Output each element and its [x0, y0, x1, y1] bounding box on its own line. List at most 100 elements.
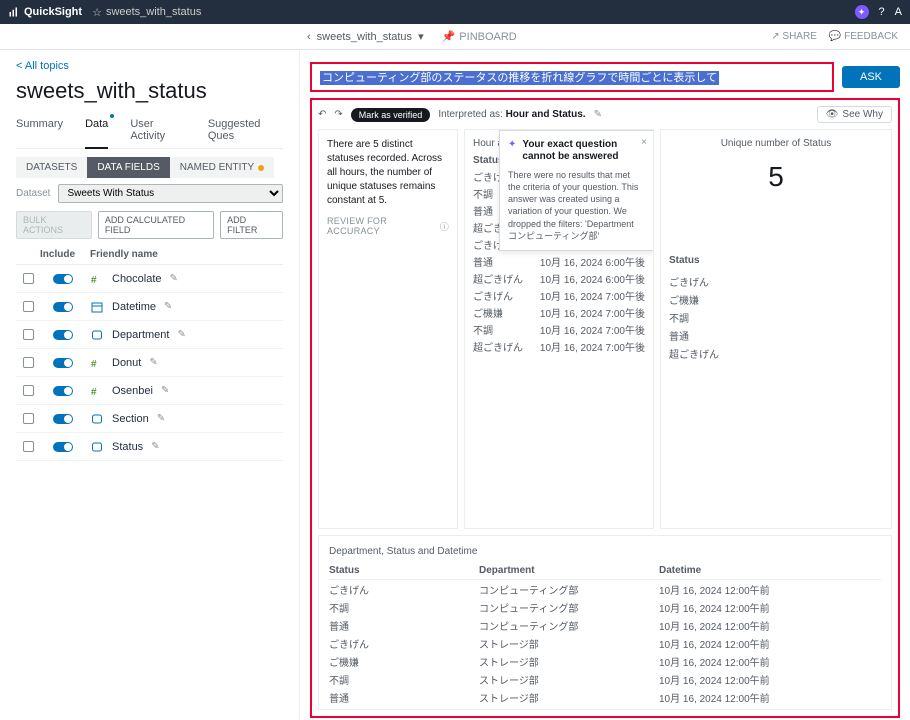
table-row: 超ごきげんストレージ部10月 16, 2024 12:00午前	[329, 706, 881, 710]
field-checkbox[interactable]	[23, 273, 34, 284]
include-toggle[interactable]	[53, 386, 73, 396]
include-toggle[interactable]	[53, 274, 73, 284]
list-item: 超ごきげん	[669, 345, 883, 363]
table-row: 普通10月 16, 2024 6:00午後	[473, 253, 645, 270]
col-department: Department	[479, 565, 659, 576]
popup-body: There were no results that met the crite…	[508, 169, 645, 242]
table-row: ごきげん10月 16, 2024 7:00午後	[473, 287, 645, 304]
col-datetime: Datetime	[659, 565, 881, 576]
edit-icon[interactable]: ✎	[149, 357, 157, 368]
tab-user-activity[interactable]: User Activity	[130, 112, 186, 148]
tab-data[interactable]: Data	[85, 112, 108, 148]
include-toggle[interactable]	[53, 442, 73, 452]
field-row: #Donut✎	[16, 349, 283, 377]
topbar: QuickSight ☆ sweets_with_status ✦ ? A	[0, 0, 910, 24]
include-toggle[interactable]	[53, 302, 73, 312]
ask-button[interactable]: ASK	[842, 66, 900, 88]
share-button[interactable]: ↗ SHARE	[771, 31, 817, 42]
help-icon[interactable]: ?	[879, 6, 885, 18]
table-row: 超ごきげん10月 16, 2024 7:00午後	[473, 338, 645, 355]
hour-status-panel: Hour and Status Status ごきげん不調普通超ごきげんごきげん…	[464, 129, 654, 529]
include-toggle[interactable]	[53, 330, 73, 340]
nav-tabs: Summary Data User Activity Suggested Que…	[16, 112, 283, 149]
status-list-title: Status	[669, 253, 883, 267]
tab-name[interactable]: ☆ sweets_with_status	[92, 6, 201, 19]
col-friendly: Friendly name	[86, 249, 283, 260]
field-name: Department	[112, 329, 169, 341]
edit-icon[interactable]: ✎	[151, 441, 159, 452]
field-checkbox[interactable]	[23, 413, 34, 424]
table-row: 普通コンピューティング部10月 16, 2024 12:00午前	[329, 616, 881, 634]
col-status: Status	[329, 565, 479, 576]
sub-tabs: DATASETS DATA FIELDS NAMED ENTITY	[16, 157, 283, 178]
redo-icon[interactable]: ↷	[334, 109, 342, 120]
topic-title: sweets_with_status	[16, 78, 283, 104]
bulk-actions-button: BULK ACTIONS	[16, 211, 92, 239]
user-avatar[interactable]: A	[895, 6, 902, 18]
field-row: #Chocolate✎	[16, 265, 283, 293]
edit-icon[interactable]: ✎	[161, 385, 169, 396]
popup-title: Your exact question cannot be answered	[522, 139, 645, 163]
dimension-icon	[90, 440, 104, 454]
list-item: ごきげん	[669, 273, 883, 291]
undo-icon[interactable]: ↶	[318, 109, 326, 120]
include-toggle[interactable]	[53, 358, 73, 368]
interpreted-as: Interpreted as: Hour and Status.	[438, 109, 585, 120]
summary-text: There are 5 distinct statuses recorded. …	[327, 138, 449, 208]
kpi-title: Unique number of Status	[669, 138, 883, 149]
table-row: 不調コンピューティング部10月 16, 2024 12:00午前	[329, 598, 881, 616]
mark-verified-button[interactable]: Mark as verified	[351, 108, 431, 122]
edit-icon[interactable]: ✎	[177, 329, 185, 340]
tab-summary[interactable]: Summary	[16, 112, 63, 148]
edit-icon[interactable]: ✎	[157, 413, 165, 424]
star-icon: ☆	[92, 6, 102, 19]
field-checkbox[interactable]	[23, 357, 34, 368]
add-filter-button[interactable]: ADD FILTER	[220, 211, 283, 239]
close-icon[interactable]: ×	[641, 137, 647, 148]
field-name: Status	[112, 441, 143, 453]
subtab-datafields[interactable]: DATA FIELDS	[87, 157, 169, 178]
field-row: Status ✎	[16, 433, 283, 461]
content: コンピューティング部のステータスの推移を折れ線グラフで時間ごとに表示して ASK…	[300, 50, 910, 720]
table-row: ご機嫌ストレージ部10月 16, 2024 12:00午前	[329, 652, 881, 670]
subtab-datasets[interactable]: DATASETS	[16, 157, 87, 178]
svg-text:#: #	[91, 359, 97, 369]
tab-suggested[interactable]: Suggested Ques	[208, 112, 283, 148]
field-row: Datetime ✎	[16, 293, 283, 321]
assistant-icon[interactable]: ✦	[855, 5, 869, 19]
field-checkbox[interactable]	[23, 385, 34, 396]
review-accuracy[interactable]: REVIEW FOR ACCURACYⓘ	[327, 216, 449, 236]
edit-icon[interactable]: ✎	[170, 273, 178, 284]
dataset-select[interactable]: Sweets With Status	[58, 184, 283, 203]
edit-icon[interactable]: ✎	[594, 109, 602, 120]
pin-icon: 📌	[442, 30, 456, 43]
ask-input[interactable]: コンピューティング部のステータスの推移を折れ線グラフで時間ごとに表示して	[310, 62, 834, 92]
detail-panel: Department, Status and Datetime Status D…	[318, 535, 892, 710]
edit-icon[interactable]: ✎	[164, 301, 172, 312]
brand[interactable]: QuickSight	[8, 6, 82, 18]
brand-label: QuickSight	[24, 6, 82, 18]
include-toggle[interactable]	[53, 414, 73, 424]
dataset-label: Dataset	[16, 188, 50, 199]
table-row: ご機嫌10月 16, 2024 7:00午後	[473, 304, 645, 321]
pinboard-button[interactable]: 📌 PINBOARD	[442, 30, 517, 43]
field-name: Osenbei	[112, 385, 153, 397]
field-checkbox[interactable]	[23, 301, 34, 312]
error-popup: × ✦ Your exact question cannot be answer…	[499, 130, 654, 251]
add-calculated-field-button[interactable]: ADD CALCULATED FIELD	[98, 211, 214, 239]
see-why-button[interactable]: 👁See Why	[817, 106, 892, 123]
field-checkbox[interactable]	[23, 329, 34, 340]
svg-text:#: #	[91, 275, 97, 285]
field-checkbox[interactable]	[23, 441, 34, 452]
col-include: Include	[40, 249, 86, 260]
measure-icon: #	[90, 356, 104, 370]
all-topics-link[interactable]: < All topics	[16, 60, 69, 72]
subtab-named-entity[interactable]: NAMED ENTITY	[170, 157, 274, 178]
feedback-button[interactable]: 💬 FEEDBACK	[829, 31, 898, 42]
table-row: ごきげんコンピューティング部10月 16, 2024 12:00午前	[329, 580, 881, 598]
sidebar: < All topics sweets_with_status Summary …	[0, 50, 300, 720]
field-row: Section✎	[16, 405, 283, 433]
breadcrumb[interactable]: ‹ sweets_with_status ▾	[307, 30, 424, 43]
chevron-down-icon: ▾	[418, 30, 424, 43]
field-name: Datetime	[112, 301, 156, 313]
